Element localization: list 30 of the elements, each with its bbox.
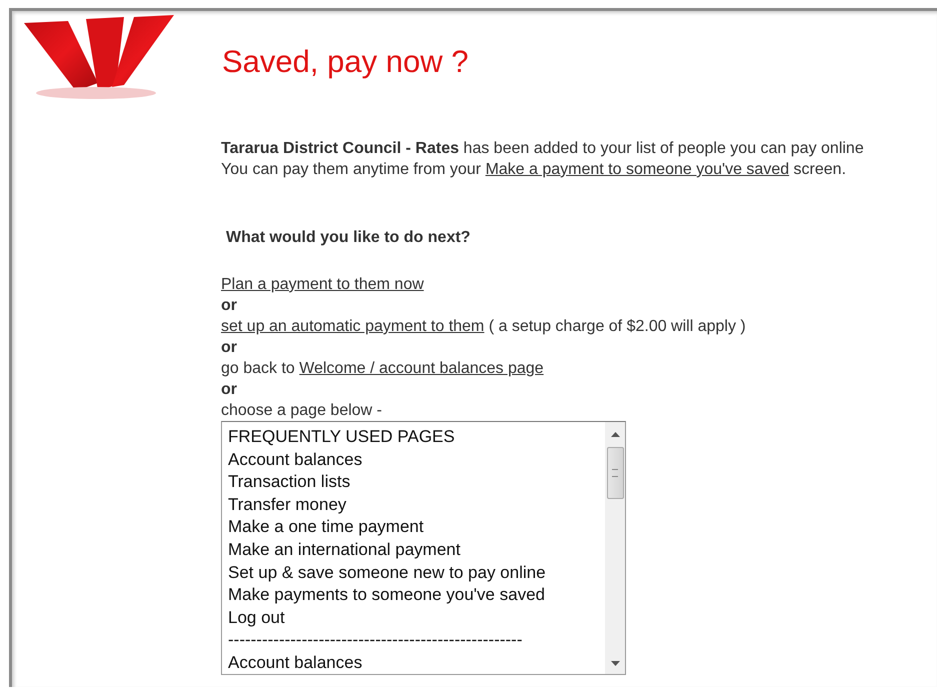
step-text: choose a page below - [221, 402, 382, 419]
list-option[interactable]: Transfer money [228, 494, 605, 516]
saved-payees-link[interactable]: Make a payment to someone you've saved [485, 161, 790, 178]
or-separator: or [221, 381, 237, 398]
scroll-down-icon[interactable] [610, 661, 620, 666]
list-option[interactable]: Account balances [228, 652, 605, 674]
step-link[interactable]: Plan a payment to them now [221, 276, 424, 293]
scrollbar[interactable] [605, 422, 625, 674]
list-option[interactable]: Account balances [228, 448, 605, 472]
section-heading: What would you like to do next? [226, 228, 472, 248]
page-listbox[interactable] [221, 421, 626, 675]
scroll-thumb[interactable] [606, 447, 624, 499]
step-text: go back to [221, 360, 296, 377]
instruction-text: You can pay them anytime from your Make a payment to someone you've saved screen. [221, 160, 848, 180]
list-option[interactable]: FREQUENTLY USED PAGES [228, 426, 605, 449]
or-separator: or [221, 297, 237, 314]
or-separator: or [221, 339, 237, 356]
page-title: Saved, pay now ? [222, 44, 468, 80]
list-option[interactable]: Transaction lists [228, 471, 605, 494]
list-option[interactable]: Make an international payment [228, 538, 605, 562]
step-text: ( a setup charge of $2.00 will apply ) [488, 318, 746, 335]
list-option[interactable]: ---------------------------------------------------- [228, 629, 605, 652]
step-link[interactable]: set up an automatic payment to them [221, 318, 484, 335]
list-option[interactable]: Log out [228, 606, 605, 630]
scroll-up-icon[interactable] [610, 432, 620, 437]
list-option[interactable]: Set up & save someone new to pay online [228, 562, 605, 584]
list-option[interactable]: Make a one time payment [228, 516, 605, 539]
list-option[interactable]: Make payments to someone you've saved [228, 584, 605, 607]
step-link[interactable]: Welcome / account balances page [299, 360, 544, 377]
confirmation-message: Tararua District Council - Rates has been added to your list of people you can pay online [221, 139, 865, 159]
